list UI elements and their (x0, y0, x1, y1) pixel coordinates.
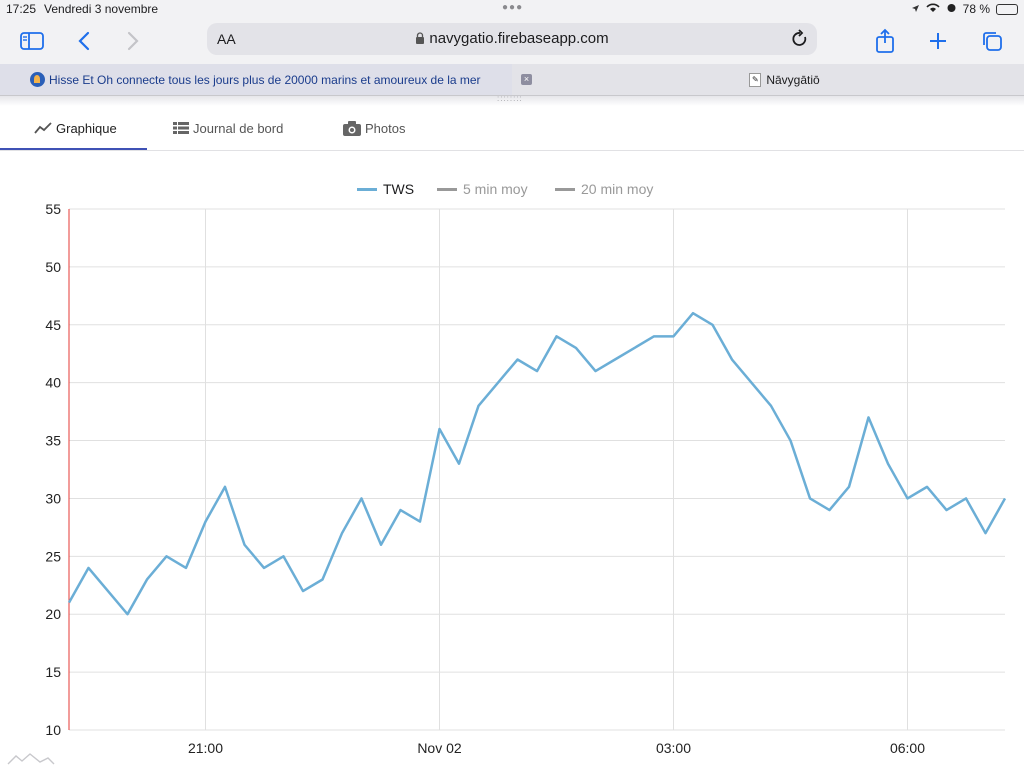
tabs-overview-icon[interactable] (977, 26, 1007, 56)
status-date: Vendredi 3 novembre (44, 2, 158, 16)
y-tick-label: 35 (45, 433, 61, 449)
tab-photos-label: Photos (365, 121, 405, 136)
x-tick-label: 21:00 (188, 740, 223, 756)
y-tick-label: 45 (45, 317, 61, 333)
line-chart-icon (34, 121, 52, 135)
tab-photos[interactable]: Photos (343, 106, 405, 150)
url-display: navygatio.firebaseapp.com (207, 30, 817, 49)
tab-hisse-et-oh[interactable]: Hisse Et Oh connecte tous les jours plus… (0, 64, 512, 95)
series-line-tws (69, 313, 1005, 614)
location-icon (911, 2, 920, 16)
tab-journal-label: Journal de bord (193, 121, 283, 136)
url-text: navygatio.firebaseapp.com (429, 30, 608, 47)
camera-icon (343, 121, 361, 136)
y-tick-label: 40 (45, 375, 61, 391)
plot-area[interactable]: 55 50 45 40 35 30 25 20 15 10 21:00 Nov 02 03:00 06:0… (0, 152, 1024, 768)
y-tick-label: 10 (45, 722, 61, 738)
y-tick-label: 55 (45, 201, 61, 217)
tab-strip: Hisse Et Oh connecte tous les jours plus… (0, 64, 1024, 96)
tab-graphique[interactable]: Graphique (34, 106, 117, 150)
browser-toolbar: AA navygatio.firebaseapp.com (0, 18, 1024, 64)
x-tick-label: Nov 02 (417, 740, 462, 756)
app-nav: Graphique Journal de bord Photos (0, 106, 1024, 151)
forward-icon[interactable] (118, 26, 148, 56)
mountain-logo-icon (6, 752, 56, 771)
active-tab-indicator (0, 148, 147, 150)
sidebar-icon[interactable] (17, 26, 47, 56)
navygatio-favicon-icon: ✎ (749, 73, 761, 87)
battery-icon (996, 4, 1018, 15)
grabber-handle-icon[interactable]: :::::::: (497, 97, 527, 101)
lock-icon (415, 32, 425, 49)
y-tick-label: 25 (45, 548, 61, 564)
status-indicators: 78 % (911, 2, 1018, 16)
tab-label: Nāvygātiō (766, 73, 819, 87)
y-tick-label: 50 (45, 259, 61, 275)
list-icon (173, 121, 189, 135)
tab-navygatio[interactable]: ✎ Nāvygātiō (545, 64, 1024, 95)
wind-chart: TWS 5 min moy 20 min moy 555045403530252… (0, 152, 1024, 768)
reload-icon[interactable] (791, 29, 809, 54)
status-bar: 17:25 Vendredi 3 novembre ●●● 78 % (0, 0, 1024, 18)
x-tick-label: 03:00 (656, 740, 691, 756)
new-tab-icon[interactable] (923, 26, 953, 56)
alarm-icon (946, 2, 957, 16)
wifi-icon (926, 2, 940, 16)
tab-graphique-label: Graphique (56, 121, 117, 136)
multitasking-dots-icon[interactable]: ●●● (502, 2, 523, 13)
battery-percentage: 78 % (963, 2, 990, 16)
address-bar[interactable]: AA navygatio.firebaseapp.com (207, 23, 817, 55)
x-tick-label: 06:00 (890, 740, 925, 756)
share-icon[interactable] (870, 26, 900, 56)
close-tab-icon[interactable]: × (521, 74, 532, 85)
y-tick-label: 20 (45, 606, 61, 622)
tab-journal-de-bord[interactable]: Journal de bord (173, 106, 283, 150)
back-icon[interactable] (69, 26, 99, 56)
y-tick-label: 15 (45, 664, 61, 680)
y-tick-label: 30 (45, 490, 61, 506)
hisse-et-oh-favicon-icon (30, 72, 45, 87)
tab-label: Hisse Et Oh connecte tous les jours plus… (49, 73, 481, 87)
status-time: 17:25 (6, 2, 36, 16)
